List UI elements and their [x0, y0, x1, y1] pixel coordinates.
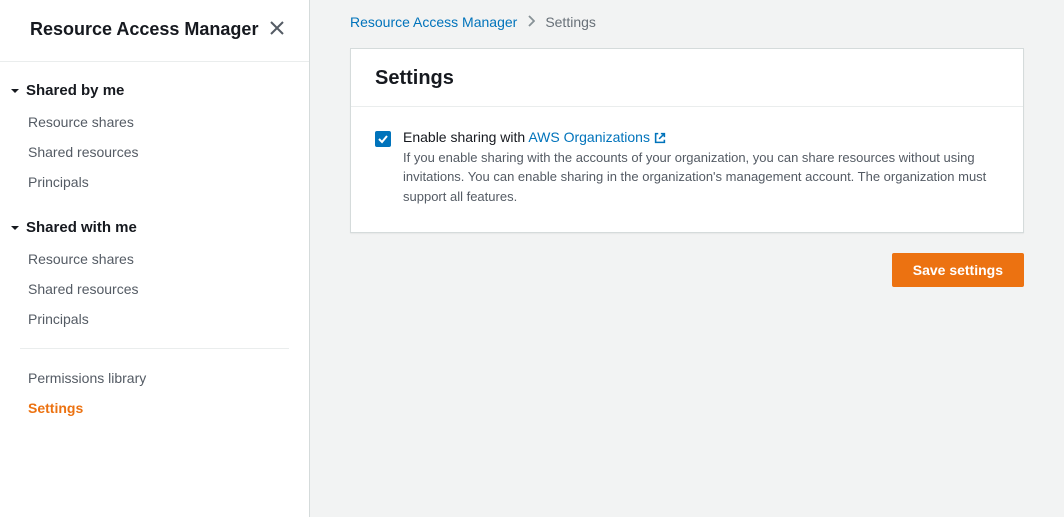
nav-item-resource-shares[interactable]: Resource shares — [0, 107, 309, 137]
chevron-right-icon — [527, 14, 535, 30]
nav-item-principals-2[interactable]: Principals — [0, 304, 309, 334]
enable-sharing-description: If you enable sharing with the accounts … — [403, 148, 999, 207]
save-settings-button[interactable]: Save settings — [892, 253, 1024, 287]
caret-down-icon — [10, 223, 20, 233]
nav-divider — [20, 348, 289, 349]
nav-section-shared-by-me[interactable]: Shared by me — [0, 74, 309, 107]
checkbox-content: Enable sharing with AWS Organizations If… — [403, 129, 999, 206]
nav-item-principals[interactable]: Principals — [0, 167, 309, 197]
settings-panel: Settings Enable sharing with AWS Organiz… — [350, 48, 1024, 233]
nav-section-shared-with-me[interactable]: Shared with me — [0, 211, 309, 244]
breadcrumb-root-link[interactable]: Resource Access Manager — [350, 14, 517, 30]
panel-title: Settings — [375, 67, 999, 90]
checkmark-icon — [377, 133, 389, 145]
external-link-icon — [653, 131, 667, 145]
breadcrumb: Resource Access Manager Settings — [350, 14, 1024, 30]
panel-header: Settings — [351, 49, 1023, 107]
sidebar-title: Resource Access Manager — [30, 18, 258, 41]
enable-sharing-row: Enable sharing with AWS Organizations If… — [375, 129, 999, 206]
sidebar: Resource Access Manager Shared by me Res… — [0, 0, 310, 517]
label-prefix: Enable sharing with — [403, 129, 528, 145]
sidebar-header: Resource Access Manager — [0, 0, 309, 62]
nav-item-resource-shares-2[interactable]: Resource shares — [0, 244, 309, 274]
enable-sharing-label: Enable sharing with AWS Organizations — [403, 129, 999, 146]
close-sidebar-button[interactable] — [265, 16, 289, 40]
main-content: Resource Access Manager Settings Setting… — [310, 0, 1064, 517]
caret-down-icon — [10, 86, 20, 96]
sidebar-nav: Shared by me Resource shares Shared reso… — [0, 62, 309, 443]
nav-item-shared-resources[interactable]: Shared resources — [0, 137, 309, 167]
aws-organizations-link[interactable]: AWS Organizations — [528, 129, 667, 145]
enable-sharing-checkbox[interactable] — [375, 131, 391, 147]
actions-row: Save settings — [350, 253, 1024, 287]
nav-section-label: Shared with me — [26, 219, 137, 236]
close-icon — [269, 20, 285, 36]
nav-item-permissions-library[interactable]: Permissions library — [0, 363, 309, 393]
nav-section-label: Shared by me — [26, 82, 124, 99]
panel-body: Enable sharing with AWS Organizations If… — [351, 107, 1023, 232]
nav-item-shared-resources-2[interactable]: Shared resources — [0, 274, 309, 304]
breadcrumb-current: Settings — [545, 14, 596, 30]
nav-item-settings[interactable]: Settings — [0, 393, 309, 423]
